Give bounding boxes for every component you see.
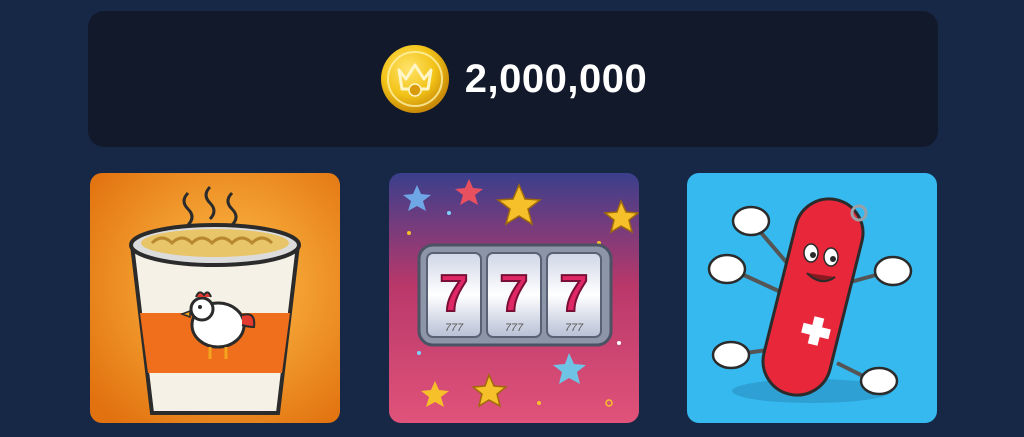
balance-amount: 2,000,000 <box>464 56 648 101</box>
reel-subsymbol: 777 <box>565 322 584 334</box>
reel-symbol: 7 <box>500 265 529 323</box>
reward-item-noodle-cup[interactable] <box>90 173 340 423</box>
reel-subsymbol: 777 <box>445 322 464 334</box>
reel-symbol: 7 <box>440 265 469 323</box>
reward-item-pocket-knife[interactable] <box>687 173 937 423</box>
slot-machine-777-icon: 7 7 7 777 777 777 <box>389 173 639 423</box>
noodle-cup-icon <box>90 173 340 423</box>
pocket-knife-mascot-icon <box>687 173 937 423</box>
gold-coin-icon <box>380 45 449 113</box>
reward-screen: 2,000,000 7 7 7 777 777 777 <box>0 0 1024 437</box>
balance-card: 2,000,000 <box>88 11 938 147</box>
reward-item-slot-777[interactable]: 7 7 7 777 777 777 <box>389 173 639 423</box>
reel-subsymbol: 777 <box>505 322 524 334</box>
reel-symbol: 7 <box>560 265 589 323</box>
